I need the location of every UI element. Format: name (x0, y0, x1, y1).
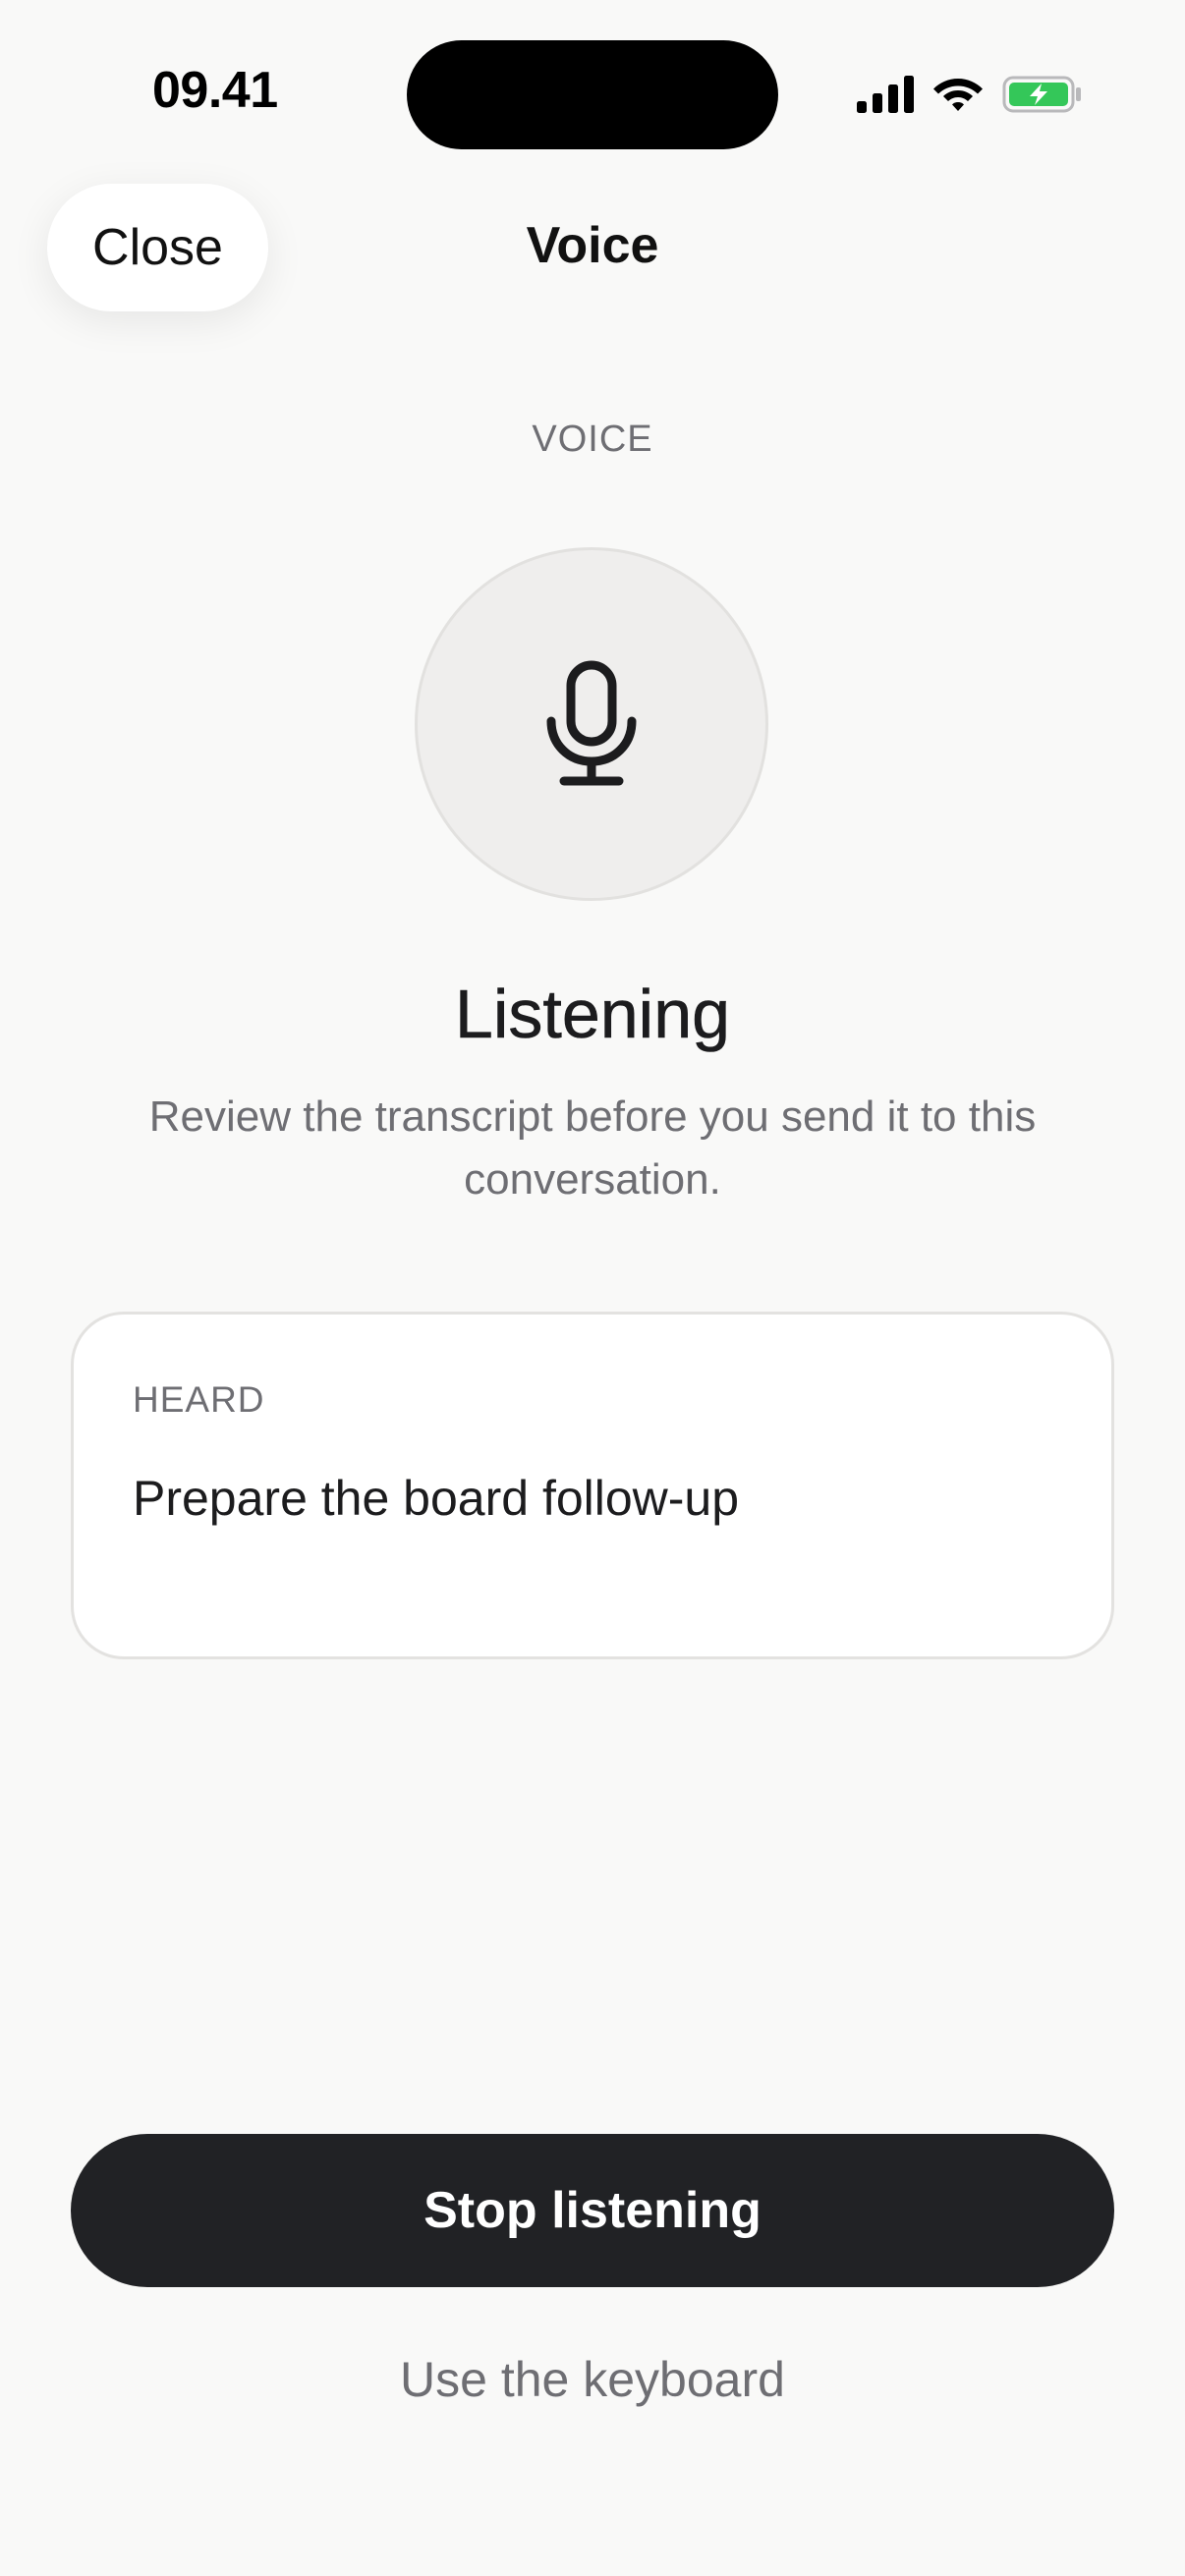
dynamic-island (407, 40, 778, 149)
battery-charging-icon (1002, 76, 1081, 113)
microphone-button[interactable] (415, 547, 768, 901)
transcript-text: Prepare the board follow-up (133, 1471, 740, 1526)
wifi-icon (933, 79, 983, 111)
transcript-card: HEARD Prepare the board follow-up (71, 1312, 1114, 1659)
stop-listening-button[interactable]: Stop listening (71, 2134, 1114, 2287)
cellular-signal-icon (857, 76, 914, 113)
listening-status-title: Listening (454, 976, 731, 1053)
status-description: Review the transcript before you send it… (148, 1092, 1037, 1204)
microphone-icon (546, 660, 637, 786)
use-keyboard-link[interactable]: Use the keyboard (0, 2351, 1185, 2408)
page-title: Voice (526, 217, 659, 274)
status-time: 09.41 (152, 62, 278, 119)
voice-screen: 09.41 Close Voice VOICE Listening Review… (0, 0, 1185, 2576)
transcript-label: HEARD (133, 1379, 265, 1420)
status-icons (857, 75, 1083, 114)
section-label: VOICE (532, 419, 653, 460)
